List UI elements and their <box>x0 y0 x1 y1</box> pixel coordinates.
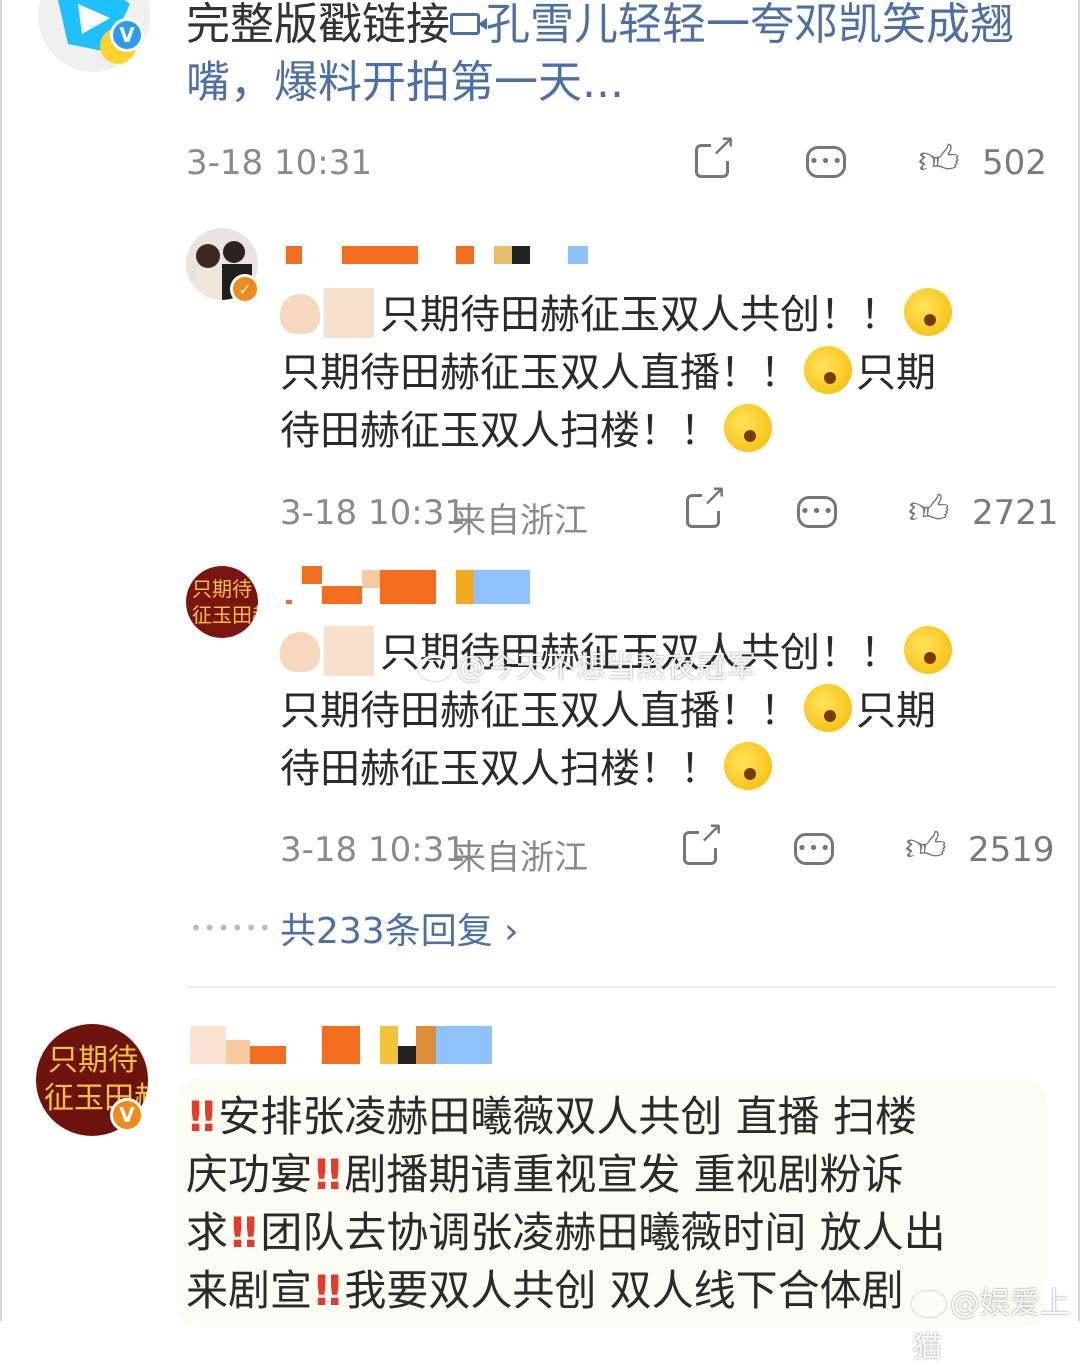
verified-badge: V <box>110 1098 144 1132</box>
left-edge <box>0 0 2 1321</box>
video-icon <box>450 13 487 35</box>
double-exclamation-icon: !! <box>312 1266 344 1315</box>
yawn-emoji-icon <box>904 626 952 674</box>
reply-avatar[interactable]: 只期待 征玉田赫 <box>186 566 258 638</box>
verified-badge: ✓ <box>230 274 260 304</box>
clap-emoji-icon <box>280 632 320 672</box>
top-post-plain-text: 完整版戳链接 <box>186 0 450 50</box>
thread-dots: •••••• <box>190 916 273 940</box>
center-watermark: @今天不想当熬夜冠军 <box>418 642 756 686</box>
weibo-logo-icon <box>912 1291 946 1317</box>
chevron-right-icon: › <box>504 911 519 952</box>
like-icon[interactable]: 👍︎ <box>918 140 960 180</box>
reply-location: 来自浙江 <box>452 501 588 541</box>
top-post-time: 3-18 10:31 <box>186 143 372 183</box>
reply-time: 3-18 10:31 <box>280 493 466 533</box>
skin-tone-icon <box>324 288 374 338</box>
svg-text:征玉田赫: 征玉田赫 <box>192 603 258 627</box>
divider <box>186 986 1056 988</box>
share-icon[interactable] <box>695 131 736 178</box>
clap-emoji-icon <box>280 294 320 334</box>
reply-like-count: 2721 <box>972 493 1059 533</box>
top-post-like-count: 502 <box>982 143 1047 183</box>
reply-location: 来自浙江 <box>452 838 588 878</box>
skin-tone-icon <box>324 626 374 676</box>
share-icon[interactable] <box>686 481 727 528</box>
top-post-text: 完整版戳链接 孔雪儿轻轻一夸邓凯笑成翘嘴，爆料开拍第一天... <box>186 0 1056 112</box>
share-icon[interactable] <box>683 818 724 865</box>
reply-like-count: 2519 <box>968 830 1055 870</box>
yawn-emoji-icon <box>804 346 852 394</box>
yawn-emoji-icon <box>724 404 772 452</box>
svg-text:只期待: 只期待 <box>192 577 252 601</box>
verified-badge: V <box>110 18 144 52</box>
svg-text:只期待: 只期待 <box>48 1043 138 1078</box>
like-icon[interactable]: 👍︎ <box>905 827 947 867</box>
like-icon[interactable]: 👍︎ <box>908 490 950 530</box>
comment-icon[interactable]: ••• <box>797 496 837 528</box>
yawn-emoji-icon <box>804 684 852 732</box>
reply-time: 3-18 10:31 <box>280 830 466 870</box>
comment-icon[interactable]: ••• <box>794 833 834 865</box>
yawn-emoji-icon <box>724 742 772 790</box>
yawn-emoji-icon <box>904 288 952 336</box>
more-replies-link[interactable]: 共233条回复 › <box>280 902 519 954</box>
double-exclamation-icon: !! <box>228 1208 260 1257</box>
double-exclamation-icon: !! <box>312 1150 344 1199</box>
weibo-logo-icon <box>418 655 452 681</box>
corner-watermark: @娱爱上猫 <box>912 1286 1070 1365</box>
comment-icon[interactable]: ••• <box>806 146 846 178</box>
double-exclamation-icon: !! <box>186 1092 218 1141</box>
reply-text: 只期待田赫征玉双人共创！！ 只期待田赫征玉双人直播！！ 只期 待田赫征玉双人扫楼！… <box>280 286 1040 460</box>
